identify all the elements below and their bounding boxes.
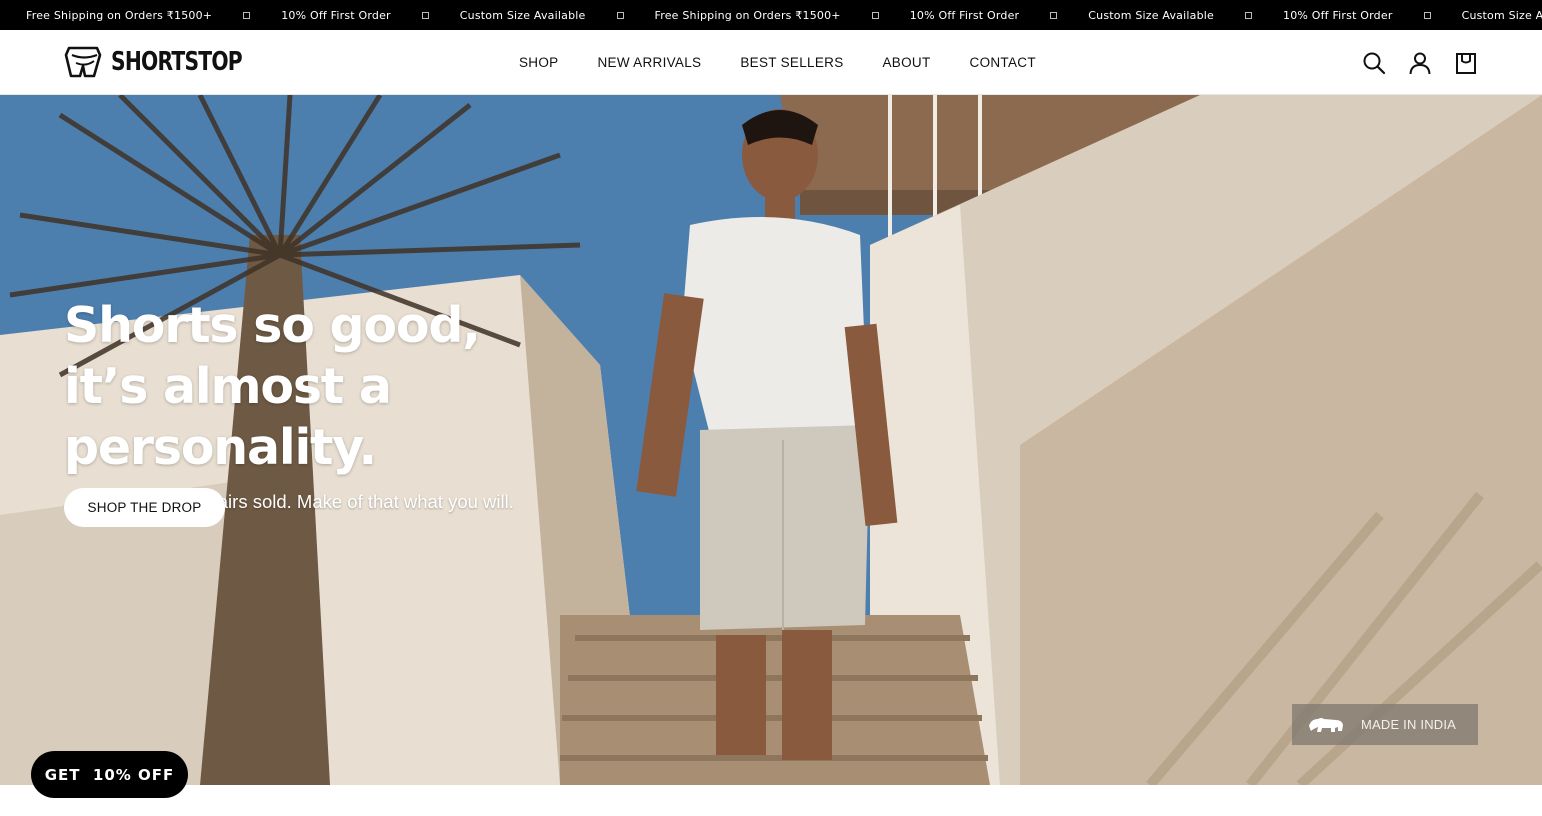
announcement-item: 10% Off First Order <box>1283 8 1393 22</box>
separator-square-icon <box>243 11 251 19</box>
separator-square-icon <box>1245 11 1252 19</box>
hero-content: Shorts so good, it’s almost a personalit… <box>64 295 704 513</box>
hero-banner: Shorts so good, it’s almost a personalit… <box>0 95 1542 785</box>
announcement-item: 10% Off First Order <box>909 8 1020 22</box>
separator-square-icon <box>1423 11 1431 19</box>
main-nav: SHOP NEW ARRIVALS BEST SELLERS ABOUT CON… <box>519 30 1075 95</box>
announcement-item: Custom Size Available <box>459 8 586 22</box>
get-discount-button[interactable]: GET 10% OFF <box>31 751 188 798</box>
shop-the-drop-button[interactable]: SHOP THE DROP <box>64 488 225 527</box>
account-icon[interactable] <box>1408 51 1432 75</box>
announcement-item: 10% Off First Order <box>281 8 391 22</box>
separator-square-icon <box>1050 11 1058 19</box>
hero-title: Shorts so good, it’s almost a personalit… <box>64 295 704 478</box>
cart-icon[interactable] <box>1454 51 1478 75</box>
announcement-track: Free Shipping on Orders ₹1500+ 10% Off F… <box>0 0 1542 30</box>
hero-title-line1: Shorts so good, <box>64 297 481 354</box>
nav-shop[interactable]: SHOP <box>519 55 558 70</box>
search-icon[interactable] <box>1362 51 1386 75</box>
nav-best-sellers[interactable]: BEST SELLERS <box>740 55 843 70</box>
announcement-item: Free Shipping on Orders ₹1500+ <box>26 8 213 22</box>
announcement-item: Custom Size Available <box>1088 8 1214 22</box>
announcement-item: Free Shipping on Orders ₹1500+ <box>654 8 841 22</box>
made-in-india-badge: MADE IN INDIA <box>1292 704 1478 745</box>
nav-contact[interactable]: CONTACT <box>970 55 1036 70</box>
header-actions <box>1340 30 1478 95</box>
logo-link[interactable]: SHORTSTOP <box>64 44 279 80</box>
announcement-item: Custom Size Available <box>1461 8 1542 22</box>
shorts-logo-icon <box>64 46 102 78</box>
made-in-india-text: MADE IN INDIA <box>1361 717 1457 732</box>
hero-title-line2: it’s almost a personality. <box>64 358 392 476</box>
logo-text: SHORTSTOP <box>111 47 243 77</box>
separator-square-icon <box>871 11 879 19</box>
nav-new-arrivals[interactable]: NEW ARRIVALS <box>597 55 701 70</box>
site-header: SHORTSTOP SHOP NEW ARRIVALS BEST SELLERS… <box>0 30 1542 95</box>
separator-square-icon <box>616 11 624 19</box>
lion-icon <box>1309 717 1343 732</box>
separator-square-icon <box>421 11 429 19</box>
nav-about[interactable]: ABOUT <box>883 55 931 70</box>
announcement-bar: Free Shipping on Orders ₹1500+ 10% Off F… <box>0 0 1542 30</box>
